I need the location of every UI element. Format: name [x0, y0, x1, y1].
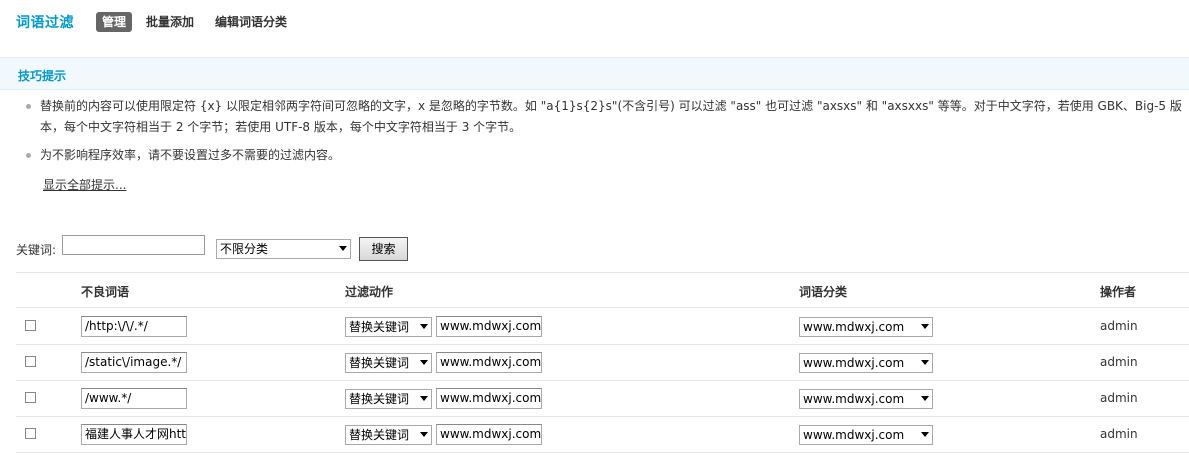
category-filter-select[interactable]: 不限分类: [216, 239, 351, 259]
category-select-value: www.mdwxj.com: [803, 392, 905, 406]
tab-manage[interactable]: 管理: [96, 12, 133, 32]
action-select-value: 替换关键词: [349, 320, 410, 334]
action-select[interactable]: 替换关键词: [345, 317, 432, 337]
action-select-value: 替换关键词: [349, 428, 410, 442]
keyword-input[interactable]: [62, 235, 205, 255]
chevron-down-icon: [339, 246, 347, 251]
bullet-icon: [26, 153, 31, 158]
tip-item: 为不影响程序效率，请不要设置过多不需要的过滤内容。: [40, 148, 341, 162]
row-divider: [16, 452, 1189, 453]
chevron-down-icon: [420, 432, 428, 437]
word-input[interactable]: /static\/image.*/: [81, 352, 187, 373]
action-select-value: 替换关键词: [349, 356, 410, 370]
word-input[interactable]: /www.*/: [81, 388, 187, 409]
row-checkbox[interactable]: [25, 392, 36, 403]
category-select-value: www.mdwxj.com: [803, 428, 905, 442]
chevron-down-icon: [921, 360, 929, 365]
column-header-operator: 操作者: [1100, 285, 1137, 299]
operator-name: admin: [1100, 355, 1138, 369]
replacement-input[interactable]: www.mdwxj.com: [436, 424, 542, 445]
action-select-value: 替换关键词: [349, 392, 410, 406]
word-input[interactable]: /http:\/\/.*/: [81, 316, 187, 337]
column-header-action: 过滤动作: [345, 285, 394, 299]
operator-name: admin: [1100, 391, 1138, 405]
row-checkbox[interactable]: [25, 428, 36, 439]
tab-batch-add[interactable]: 批量添加: [146, 12, 194, 32]
page-header: 词语过滤 管理 批量添加 编辑词语分类: [0, 0, 1189, 44]
category-select-value: www.mdwxj.com: [803, 320, 905, 334]
replacement-input[interactable]: www.mdwxj.com: [436, 352, 542, 373]
bullet-icon: [26, 104, 31, 109]
action-select[interactable]: 替换关键词: [345, 425, 432, 445]
action-select[interactable]: 替换关键词: [345, 389, 432, 409]
chevron-down-icon: [420, 396, 428, 401]
row-divider: [16, 380, 1189, 381]
replacement-input[interactable]: www.mdwxj.com: [436, 316, 542, 337]
show-all-tips-link[interactable]: 显示全部提示...: [43, 176, 126, 193]
category-select-value: www.mdwxj.com: [803, 356, 905, 370]
page-title: 词语过滤: [16, 15, 74, 31]
category-select[interactable]: www.mdwxj.com: [799, 389, 933, 409]
chevron-down-icon: [921, 432, 929, 437]
operator-name: admin: [1100, 427, 1138, 441]
chevron-down-icon: [921, 396, 929, 401]
table-header-divider: [16, 307, 1189, 308]
category-filter-value: 不限分类: [220, 242, 269, 256]
row-divider: [16, 344, 1189, 345]
operator-name: admin: [1100, 319, 1138, 333]
chevron-down-icon: [420, 324, 428, 329]
table-top-divider: [16, 272, 1189, 273]
category-select[interactable]: www.mdwxj.com: [799, 425, 933, 445]
tip-item: 替换前的内容可以使用限定符 {x} 以限定相邻两字符间可忽略的文字，x 是忽略的…: [40, 99, 1182, 134]
tab-edit-categories[interactable]: 编辑词语分类: [215, 12, 287, 32]
category-select[interactable]: www.mdwxj.com: [799, 317, 933, 337]
chevron-down-icon: [921, 324, 929, 329]
row-divider: [16, 416, 1189, 417]
replacement-input[interactable]: www.mdwxj.com: [436, 388, 542, 409]
column-header-category: 词语分类: [799, 285, 848, 299]
category-select[interactable]: www.mdwxj.com: [799, 353, 933, 373]
column-header-word: 不良词语: [81, 285, 130, 299]
word-input[interactable]: 福建人事人才网http: [81, 424, 187, 445]
row-checkbox[interactable]: [25, 320, 36, 331]
tips-heading: 技巧提示: [18, 69, 67, 83]
chevron-down-icon: [420, 360, 428, 365]
tips-heading-bar: 技巧提示: [0, 57, 1189, 90]
keyword-label: 关键词:: [16, 243, 57, 257]
action-select[interactable]: 替换关键词: [345, 353, 432, 373]
search-button[interactable]: 搜索: [359, 237, 408, 261]
row-checkbox[interactable]: [25, 356, 36, 367]
